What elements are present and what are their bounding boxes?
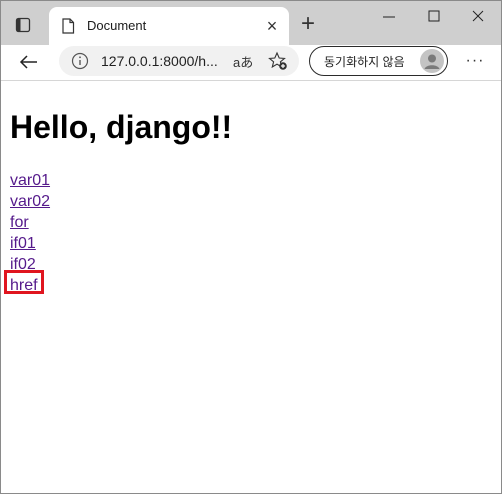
url-text[interactable]: 127.0.0.1:8000/h... <box>101 53 218 69</box>
address-bar[interactable]: 127.0.0.1:8000/h... aあ <box>59 46 299 76</box>
maximize-icon[interactable] <box>419 7 449 27</box>
page-title: Hello, django!! <box>10 109 233 145</box>
browser-window: Document × + 127.0.0.1:8000/h... aあ 동기화하… <box>0 0 502 494</box>
info-icon[interactable] <box>71 52 89 70</box>
document-icon <box>62 18 75 34</box>
tab-title: Document <box>87 18 147 33</box>
favorite-add-icon[interactable] <box>268 51 288 71</box>
tab-actions-icon <box>15 17 31 33</box>
link-for[interactable]: for <box>10 212 29 233</box>
avatar <box>420 49 444 73</box>
toolbar: 127.0.0.1:8000/h... aあ 동기화하지 않음 ··· <box>1 45 501 81</box>
avatar-icon <box>424 54 440 69</box>
window-close-icon[interactable] <box>463 7 493 27</box>
plus-icon[interactable]: + <box>297 12 319 36</box>
highlight-box <box>4 270 44 294</box>
link-var01[interactable]: var01 <box>10 170 50 191</box>
sync-button[interactable]: 동기화하지 않음 <box>309 46 448 76</box>
active-tab[interactable]: Document × <box>49 7 289 45</box>
tab-actions-button[interactable] <box>9 11 37 39</box>
link-if01[interactable]: if01 <box>10 233 36 254</box>
page-content: Hello, django!! var01 var02 for if01 if0… <box>1 81 501 493</box>
sync-label: 동기화하지 않음 <box>324 55 405 69</box>
back-arrow-icon[interactable] <box>17 52 41 72</box>
more-icon[interactable]: ··· <box>463 51 487 71</box>
minimize-icon[interactable] <box>374 7 404 27</box>
title-bar: Document × + <box>1 1 501 45</box>
link-var02[interactable]: var02 <box>10 191 50 212</box>
read-aloud-button[interactable]: aあ <box>233 52 253 71</box>
close-icon[interactable]: × <box>263 17 281 35</box>
